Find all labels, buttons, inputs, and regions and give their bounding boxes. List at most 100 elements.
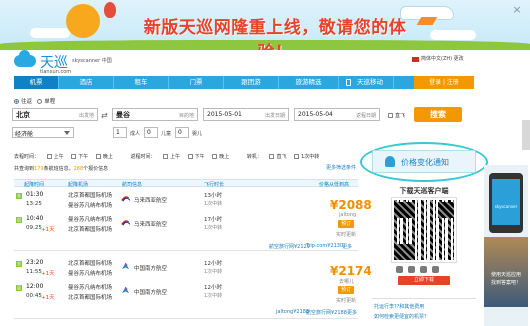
adults-label: 成人 <box>130 131 141 137</box>
price-value: ¥2088 <box>330 198 372 212</box>
china-southern-logo-icon <box>122 287 129 294</box>
realtime-label: 实时更新 <box>336 298 357 304</box>
swap-icon[interactable]: ⇄ <box>101 111 108 120</box>
return-tag: 返 <box>16 285 22 291</box>
nav-item-tickets[interactable]: 门票 <box>169 76 224 89</box>
alt-price-link[interactable]: Trip.com¥2130 <box>306 243 343 249</box>
more-filters-link[interactable]: 更多筛选条件 <box>326 164 356 171</box>
baggage-fees-link[interactable]: 托运行李??和其他费用 <box>374 303 424 310</box>
round-trip-label[interactable]: 往返 <box>21 99 32 105</box>
logo-domain: tianxun.com <box>40 69 72 75</box>
promo-banner[interactable]: 新版天巡网隆重上线，敬请您的体验！ × <box>0 0 530 50</box>
alt-price-link[interactable]: 航空旅行网¥2188 <box>306 309 347 316</box>
filter-direct[interactable]: 直飞 <box>269 154 287 160</box>
scrollbar[interactable] <box>522 120 530 150</box>
language-switch[interactable]: 简体中文(ZH) 更改 <box>421 55 464 62</box>
depart-date-field[interactable]: 2015-05-01 出发日期 <box>203 108 289 121</box>
infants-label: 婴儿 <box>192 131 203 137</box>
nav-item-hotels[interactable]: 酒店 <box>59 76 114 89</box>
col-price-sort[interactable]: 价格从低到高 <box>319 181 349 188</box>
login-register-button[interactable]: 登录 | 注册 <box>414 76 474 89</box>
price-value: ¥2174 <box>330 264 372 278</box>
return-tag: 返 <box>16 217 22 223</box>
mobile-phone-icon <box>346 79 351 86</box>
banner-title: 新版天巡网隆重上线，敬请您的体验！ <box>143 18 407 50</box>
cheap-tickets-link[interactable]: 如何检索更便宜的机票？ <box>374 313 429 320</box>
price-source: 去哪儿 <box>339 279 355 285</box>
origin-value: 北京 <box>16 111 30 119</box>
alt-price-link[interactable]: 航空旅行网¥2129 <box>269 243 310 250</box>
apple-icon[interactable] <box>396 266 403 273</box>
origin-hint: 出发地 <box>78 113 94 119</box>
radio-one-way[interactable] <box>37 99 43 104</box>
destination-field[interactable]: 曼谷 目的地 <box>112 108 198 121</box>
nav-item-car-rental[interactable]: 租车 <box>114 76 169 89</box>
depart-date-value: 2015-05-01 <box>207 111 242 118</box>
filter-depart-afternoon[interactable]: 下午 <box>71 154 88 160</box>
balloon-decoration <box>104 2 116 18</box>
close-icon[interactable]: × <box>509 2 525 18</box>
infants-value: 0 <box>178 129 182 136</box>
price-alert-button[interactable]: 价格变化通知 <box>372 150 476 173</box>
more-prices-link[interactable]: 更多 <box>342 243 352 250</box>
return-date-field[interactable]: 2015-05-04 返程日期 <box>294 108 380 121</box>
return-date-hint: 返程日期 <box>355 113 376 119</box>
one-way-label[interactable]: 单程 <box>44 99 55 105</box>
col-airport[interactable]: 起降机场 <box>68 181 88 188</box>
book-button[interactable]: 预订 <box>338 220 354 228</box>
destination-hint: 目的地 <box>178 113 194 119</box>
filter-return-afternoon[interactable]: 下午 <box>187 154 205 160</box>
more-prices-link[interactable]: 更多 <box>347 309 357 316</box>
china-southern-logo-icon <box>122 263 129 270</box>
filter-return-morning[interactable]: 上午 <box>163 154 180 160</box>
filter-depart-evening[interactable]: 晚上 <box>95 154 113 160</box>
bell-icon <box>385 156 395 167</box>
destination-value: 曼谷 <box>116 111 130 119</box>
col-time[interactable]: 起降时间 <box>24 181 44 188</box>
cabin-select[interactable]: 经济舱 <box>12 127 74 138</box>
nav-item-group-tours[interactable]: 跟团游 <box>224 76 279 89</box>
nav-item-travel-picks[interactable]: 旅游精选 <box>279 76 339 89</box>
children-value: 0 <box>147 129 151 136</box>
adults-value: 1 <box>116 129 120 136</box>
price-alert-label: 价格变化通知 <box>401 158 449 167</box>
radio-round-trip[interactable] <box>14 99 19 104</box>
windows-icon[interactable] <box>420 266 427 273</box>
nav-item-flights[interactable]: 机票 <box>14 76 59 89</box>
chevron-down-icon <box>64 131 70 135</box>
android-icon[interactable] <box>408 266 415 273</box>
app-download-title: 下载天巡客户端 <box>399 187 449 195</box>
direct-checkbox[interactable] <box>388 113 393 118</box>
cloud-logo-icon[interactable] <box>14 50 36 67</box>
help-links: 托运行李??和其他费用 如何检索更便宜的机票？ <box>372 298 476 326</box>
results-table-header: 起降时间 起降机场 航司信息 飞行时长 价格从低到高 <box>14 179 358 188</box>
filter-return-evening[interactable]: 晚上 <box>212 154 229 160</box>
direct-flight-toggle[interactable]: 直飞 <box>388 112 405 119</box>
direct-label: 直飞 <box>395 113 406 119</box>
download-app-button[interactable]: 立即下载 <box>398 276 450 285</box>
adults-stepper[interactable]: 1 <box>113 127 127 138</box>
cloud-decoration <box>430 30 476 40</box>
col-airline[interactable]: 航司信息 <box>122 181 142 188</box>
alt-price-link[interactable]: jaltong¥2188 <box>276 309 309 315</box>
price-count: 288 <box>73 166 84 172</box>
price-source: jaltong <box>339 212 357 218</box>
children-stepper[interactable]: 0 <box>144 127 158 138</box>
filter-depart-morning[interactable]: 上午 <box>46 154 64 160</box>
col-duration[interactable]: 飞行时长 <box>204 181 224 188</box>
ad-line-1: 使用天巡应用 <box>490 272 521 278</box>
phone-image: skyscanner <box>489 173 523 233</box>
return-date-value: 2015-05-04 <box>298 111 333 118</box>
origin-field[interactable]: 北京 出发地 <box>12 108 98 121</box>
results-summary: 共查询到179条航班信息，288个报价信息 <box>14 166 109 172</box>
table-row[interactable]: 去 23:20 11:55 +1天 北京首都国际机场 曼谷苏凡纳布机场 中国南方… <box>14 256 372 319</box>
book-button[interactable]: 预订 <box>338 286 354 294</box>
infants-stepper[interactable]: 0 <box>175 127 189 138</box>
tablet-icon[interactable] <box>432 266 439 273</box>
mobile-app-ad[interactable]: skyscanner 使用天巡应用 找到答案吧！ <box>484 165 528 326</box>
table-row[interactable]: 去 01:30 13:25 北京首都国际机场 曼谷苏凡纳布机场 马来西亚航空 1… <box>14 188 372 251</box>
filter-one-stop[interactable]: 1次中转 <box>294 154 319 160</box>
realtime-label: 实时更新 <box>336 232 357 238</box>
search-button[interactable]: 搜索 <box>414 107 462 122</box>
outbound-tag: 去 <box>16 193 22 199</box>
